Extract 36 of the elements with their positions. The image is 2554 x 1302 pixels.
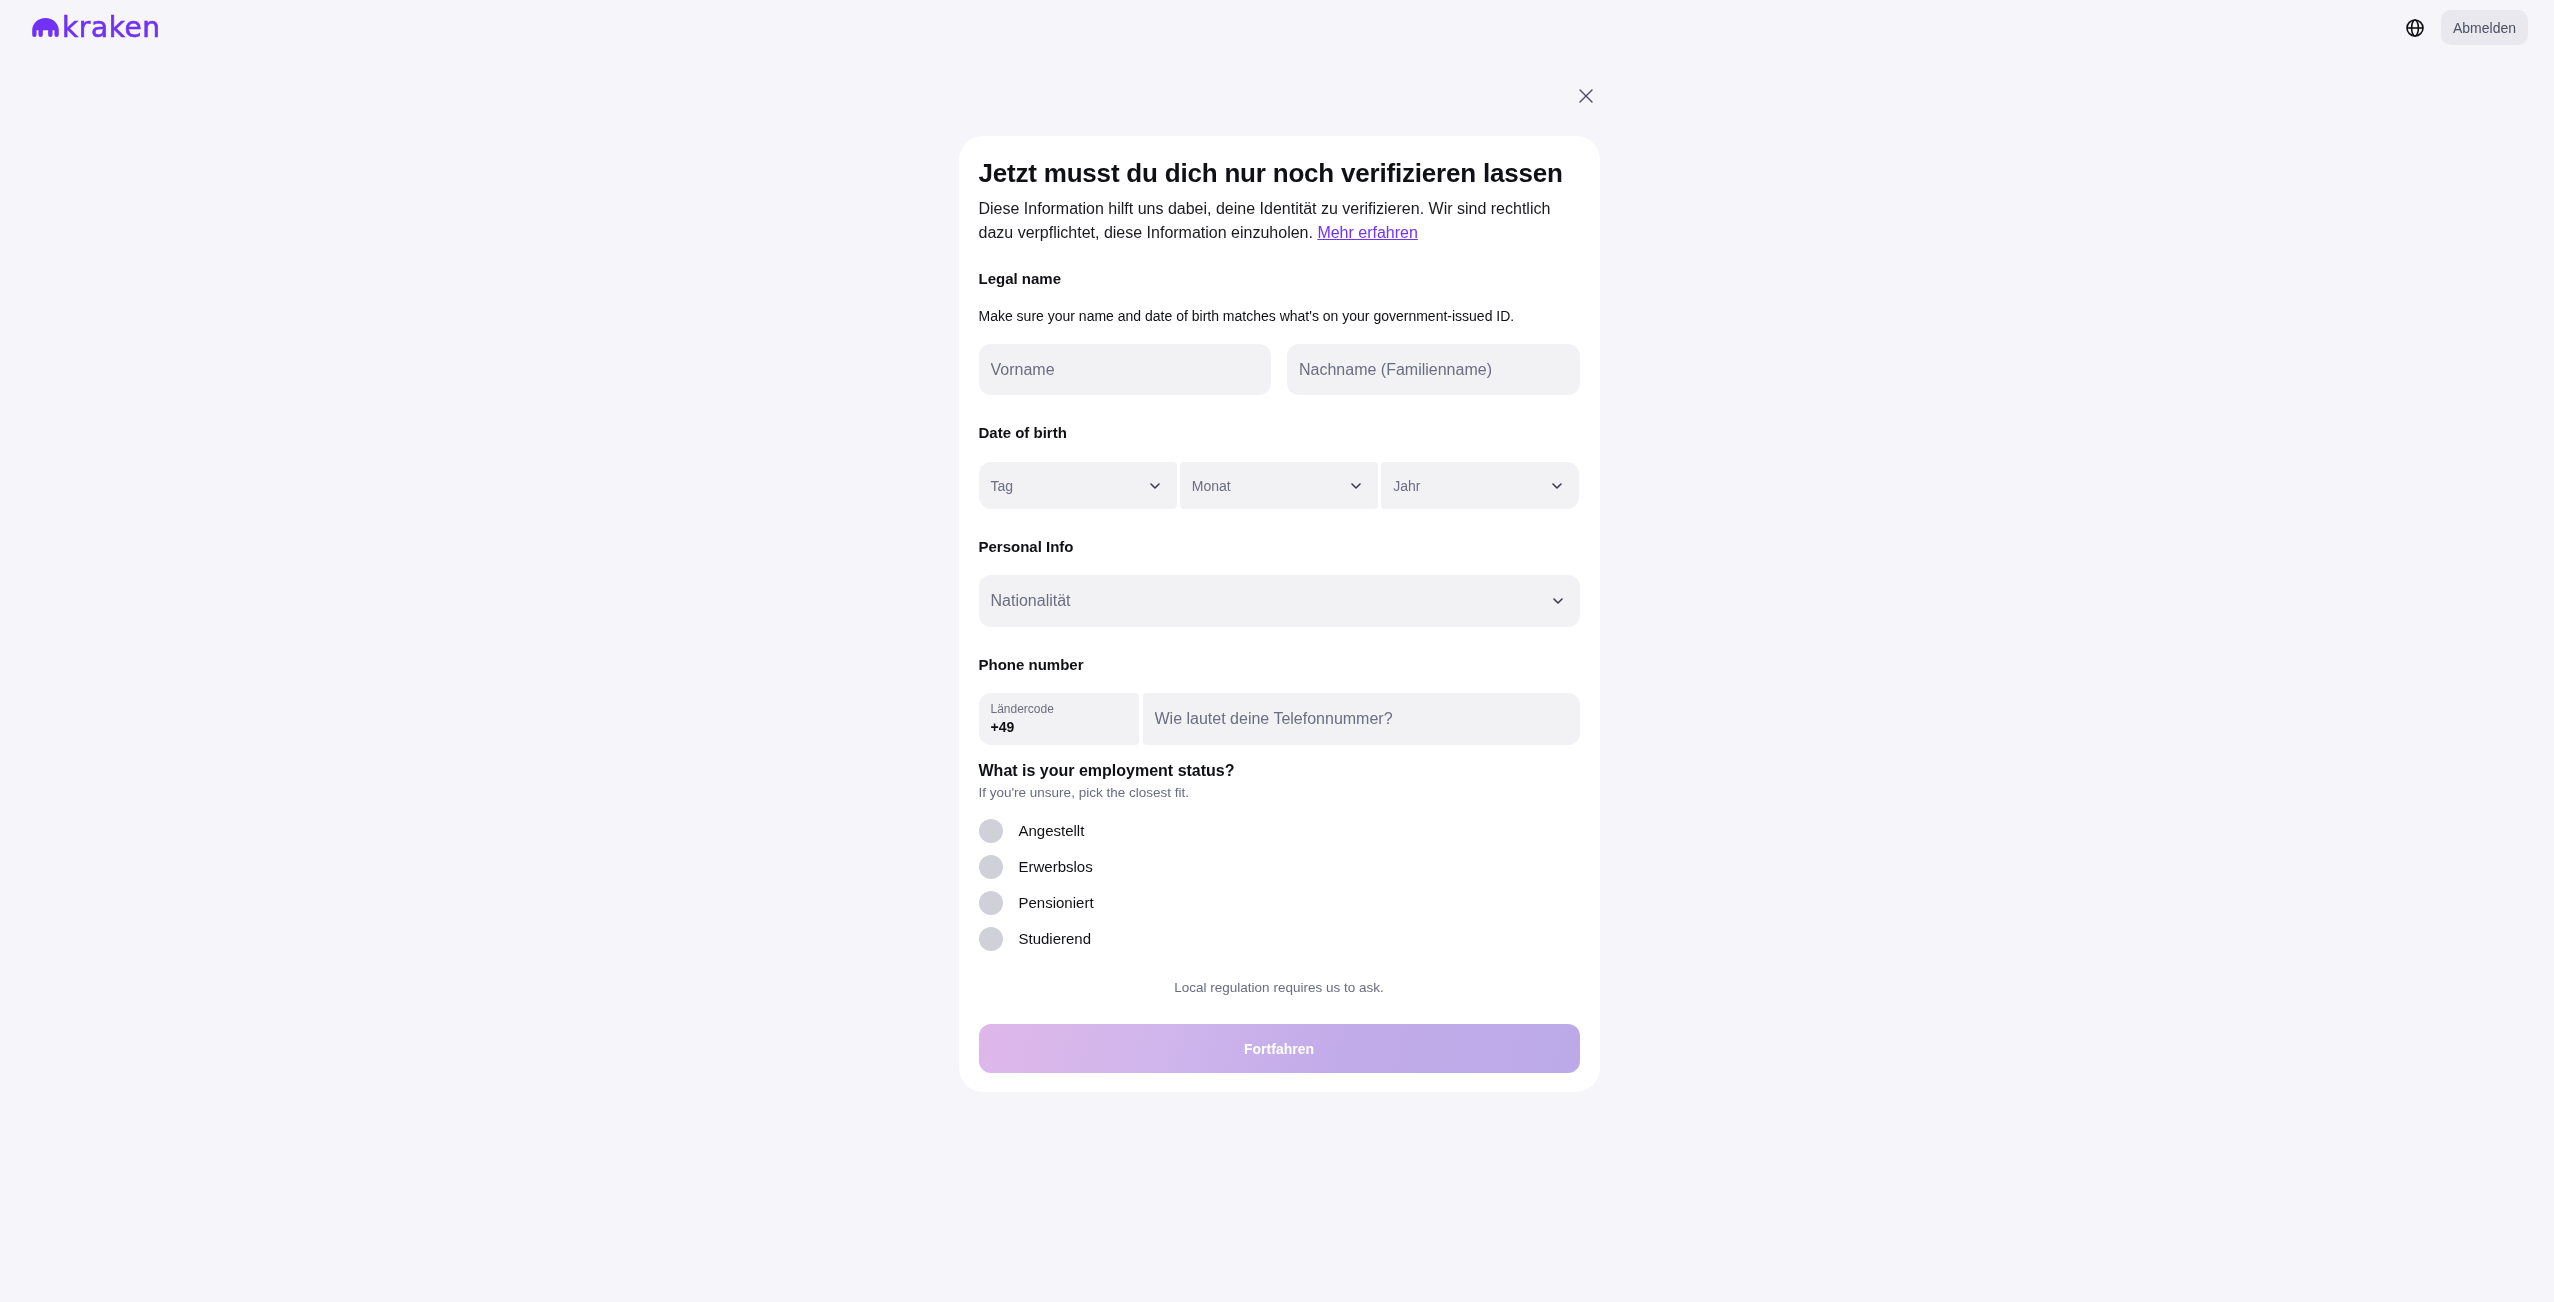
logo-wordmark[interactable]: kraken	[62, 11, 161, 44]
description-text: Diese Information hilft uns dabei, deine Identität zu verifizieren. Wir sind rechtlich dazu verpflichtet, diese Information einzuholen. Mehr erfahren	[978, 199, 1552, 243]
country-code-select[interactable]: Ländercode +49	[978, 693, 1139, 745]
radio-button[interactable]	[978, 891, 1003, 915]
section-heading: Date of birth	[978, 423, 1067, 443]
month-select[interactable]: Monat	[1179, 462, 1379, 509]
section-heading: Legal name	[978, 269, 1062, 289]
section-heading: Personal Info	[978, 537, 1074, 557]
close-icon[interactable]	[1578, 89, 1593, 103]
octopus-logo-icon[interactable]	[32, 18, 59, 37]
first-name-field[interactable]: Vorname	[978, 344, 1271, 395]
day-select[interactable]: Tag	[978, 462, 1177, 509]
last-name-field[interactable]: Nachname (Familienname)	[1287, 344, 1580, 395]
radio-button[interactable]	[978, 927, 1003, 951]
section-heading: Phone number	[978, 655, 1084, 675]
learn-more-link[interactable]: Mehr erfahren	[1317, 224, 1418, 241]
globe-icon[interactable]	[2405, 18, 2424, 37]
hint-text: Make sure your name and date of birth matches what's on your government-issued ID.	[978, 307, 1515, 325]
chevron-down-icon	[1552, 482, 1563, 489]
chevron-down-icon	[1552, 598, 1563, 604]
page-title: Jetzt musst du dich nur noch verifizieren lassen	[978, 157, 1563, 190]
option-label: Studierend	[1018, 929, 1092, 949]
radio-button[interactable]	[978, 819, 1003, 843]
note-text: Local regulation requires us to ask.	[1174, 979, 1384, 997]
radio-button[interactable]	[978, 855, 1003, 879]
chevron-down-icon	[1351, 482, 1362, 489]
option-label: Pensioniert	[1018, 893, 1094, 913]
option-label: Erwerbslos	[1018, 857, 1093, 877]
option-label: Angestellt	[1018, 821, 1085, 841]
question-heading: What is your employment status?	[978, 761, 1235, 781]
phone-number-field[interactable]: Wie lautet deine Telefonnummer?	[1142, 693, 1580, 745]
nationality-select[interactable]: Nationalität	[978, 575, 1580, 627]
chevron-down-icon	[1149, 482, 1160, 489]
year-select[interactable]: Jahr	[1381, 462, 1580, 509]
logout-button[interactable]: Abmelden	[2440, 10, 2528, 45]
hint-text: If you're unsure, pick the closest fit.	[978, 784, 1189, 802]
